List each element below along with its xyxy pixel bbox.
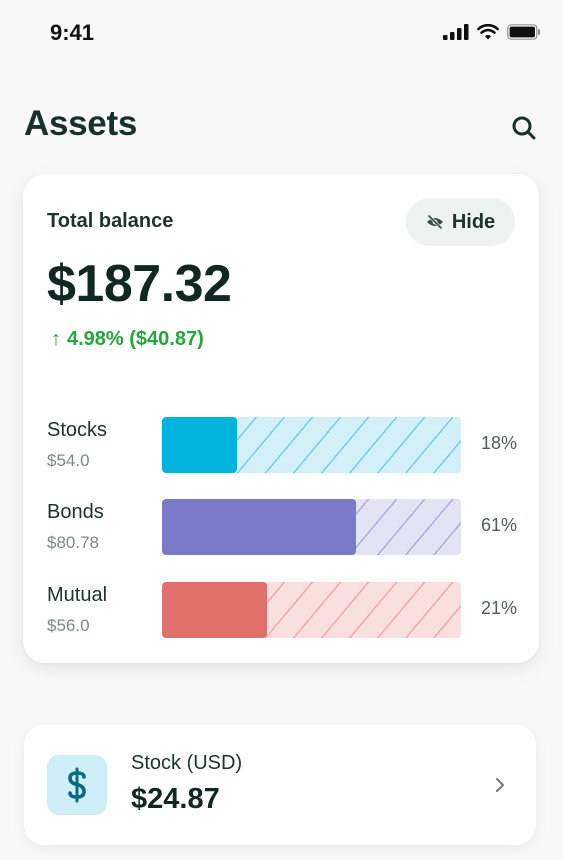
asset-value: $80.78 <box>47 533 99 552</box>
asset-percent: 61% <box>480 515 517 535</box>
status-bar: 9:41 <box>0 0 563 70</box>
battery-icon <box>507 24 540 40</box>
asset-row-stocks[interactable]: Stocks $54.0 18% <box>47 417 517 473</box>
total-balance-amount: $187.32 <box>47 255 232 313</box>
chevron-right-icon <box>496 778 504 792</box>
page-title: Assets <box>24 104 137 143</box>
asset-name: Mutual <box>47 584 108 606</box>
asset-row-mutual[interactable]: Mutual $56.0 21% <box>47 582 517 638</box>
asset-name: Stocks <box>47 419 108 441</box>
balance-card: Total balance Hide $187.32 ↑ 4.98% ($40.… <box>23 174 539 663</box>
asset-allocation-bar <box>162 417 461 473</box>
asset-percent: 21% <box>480 598 517 618</box>
dollar-icon <box>68 767 86 803</box>
stock-icon-tile <box>47 755 107 815</box>
status-icons <box>443 24 541 40</box>
search-button[interactable] <box>506 110 542 146</box>
asset-bar-fill <box>162 582 267 638</box>
wifi-icon <box>477 24 499 40</box>
hide-button-label: Hide <box>451 210 496 233</box>
asset-bar-fill <box>162 417 237 473</box>
asset-bar-fill <box>162 499 357 555</box>
asset-allocation-bar <box>162 499 461 555</box>
balance-change: ↑ 4.98% ($40.87) <box>51 328 204 351</box>
asset-percent: 18% <box>480 433 517 453</box>
up-arrow-icon: ↑ <box>51 328 61 350</box>
asset-value: $56.0 <box>47 616 90 635</box>
stock-card[interactable]: Stock (USD) $24.87 <box>24 725 536 845</box>
status-time: 9:41 <box>50 20 95 45</box>
asset-allocation-bar <box>162 582 461 638</box>
asset-name: Bonds <box>47 501 104 523</box>
balance-change-text: 4.98% ($40.87) <box>67 328 204 350</box>
search-icon <box>512 116 536 140</box>
hide-balance-button[interactable]: Hide <box>406 198 515 246</box>
total-balance-label: Total balance <box>47 210 174 232</box>
stock-label: Stock (USD) <box>131 752 243 774</box>
stock-amount: $24.87 <box>131 783 220 815</box>
asset-value: $54.0 <box>47 451 90 470</box>
asset-row-bonds[interactable]: Bonds $80.78 61% <box>47 499 517 555</box>
eye-off-icon <box>426 215 443 229</box>
signal-icon <box>443 24 469 40</box>
